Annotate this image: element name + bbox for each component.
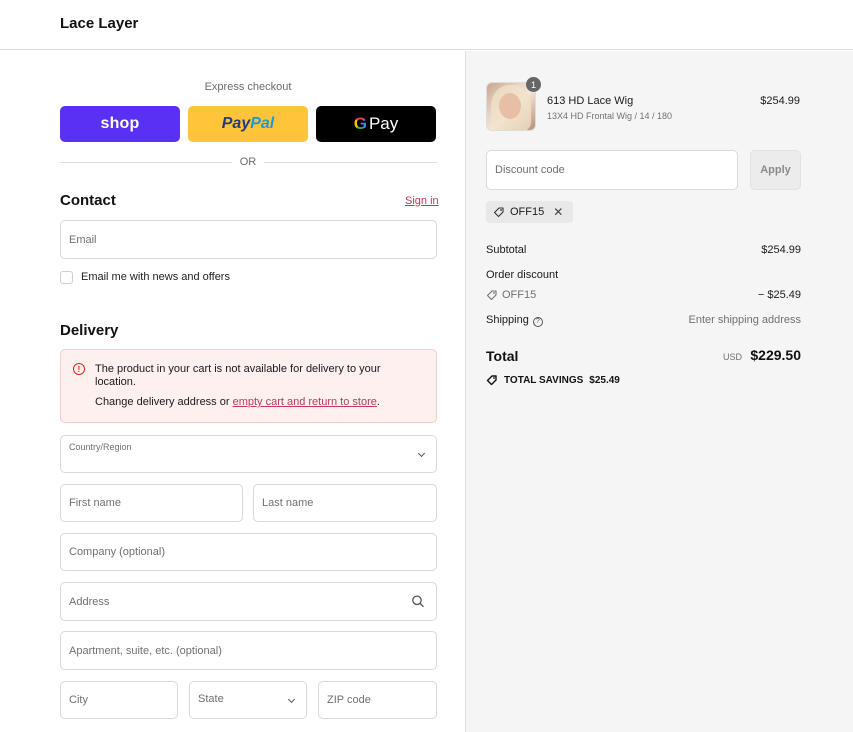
page-header: Lace Layer — [0, 0, 853, 50]
total-savings-value: $25.49 — [589, 374, 620, 386]
alert-action-line: Change delivery address or empty cart an… — [95, 396, 380, 408]
apartment-placeholder: Apartment, suite, etc. (optional) — [69, 644, 222, 657]
country-label: Country/Region — [69, 442, 132, 452]
shipping-label: Shipping? — [486, 314, 543, 327]
zip-placeholder: ZIP code — [327, 694, 371, 706]
sign-in-link[interactable]: Sign in — [405, 195, 439, 207]
state-label: State — [198, 693, 224, 705]
total-savings-label: TOTAL SAVINGS — [504, 374, 584, 386]
newsletter-label: Email me with news and offers — [81, 271, 230, 283]
shipping-value: Enter shipping address — [688, 314, 801, 326]
total-value: $229.50 — [750, 347, 801, 363]
first-name-field[interactable]: First name — [60, 484, 243, 522]
item-variant: 13X4 HD Frontal Wig / 14 / 180 — [547, 111, 673, 121]
paypal-button[interactable]: Pay Pal — [188, 106, 308, 142]
google-pay-button[interactable]: G Pay — [316, 106, 436, 142]
discount-code-placeholder: Discount code — [495, 164, 565, 176]
order-discount-code: OFF15 — [486, 289, 536, 301]
applied-discount-chip: OFF15 ✕ — [486, 201, 574, 223]
express-checkout-label: Express checkout — [204, 81, 292, 93]
order-discount-label: Order discount — [486, 269, 559, 281]
tag-icon — [493, 207, 504, 218]
email-placeholder: Email — [69, 233, 97, 246]
alert-action-suffix: . — [376, 396, 380, 408]
store-name[interactable]: Lace Layer — [60, 15, 138, 32]
paypal-label-part1: Pay — [221, 115, 251, 132]
paypal-label-part2: Pal — [250, 115, 275, 132]
applied-discount-code: OFF15 — [510, 206, 545, 218]
tag-icon — [486, 375, 497, 386]
help-icon[interactable]: ? — [532, 317, 543, 327]
or-divider-right — [264, 162, 437, 163]
order-discount-value: − $25.49 — [757, 289, 801, 301]
shop-pay-label: shop — [100, 115, 140, 132]
apartment-field[interactable]: Apartment, suite, etc. (optional) — [60, 631, 437, 670]
quantity-badge: 1 — [526, 77, 541, 92]
thumbnail-face-shape — [499, 93, 521, 119]
shop-pay-button[interactable]: shop — [60, 106, 180, 142]
subtotal-label: Subtotal — [486, 244, 527, 256]
item-name: 613 HD Lace Wig — [547, 95, 634, 107]
or-divider-left — [60, 162, 232, 163]
country-select[interactable]: Country/Region — [60, 435, 437, 473]
contact-title: Contact — [60, 192, 116, 209]
first-name-placeholder: First name — [69, 497, 121, 509]
delivery-title: Delivery — [60, 322, 119, 339]
search-icon — [412, 594, 424, 607]
last-name-field[interactable]: Last name — [253, 484, 437, 522]
last-name-placeholder: Last name — [262, 497, 314, 509]
google-pay-label: Pay — [368, 114, 399, 133]
discount-code-field[interactable]: Discount code — [486, 150, 738, 190]
alert-action-prefix: Change delivery address or — [95, 396, 233, 408]
shipping-label-text: Shipping — [486, 314, 529, 326]
subtotal-value: $254.99 — [761, 244, 801, 256]
alert-message: The product in your cart is not availabl… — [95, 363, 381, 388]
company-field[interactable]: Company (optional) — [60, 533, 437, 571]
close-icon[interactable]: ✕ — [553, 205, 563, 219]
address-field[interactable]: Address — [60, 582, 437, 621]
delivery-error-alert: ! The product in your cart is not availa… — [60, 349, 437, 423]
newsletter-checkbox[interactable] — [60, 271, 73, 284]
total-label: Total — [486, 348, 519, 364]
apply-discount-button[interactable]: Apply — [750, 150, 801, 190]
total-savings: TOTAL SAVINGS $25.49 — [486, 374, 620, 386]
tag-icon — [486, 290, 497, 301]
chevron-down-icon — [417, 449, 426, 458]
city-field[interactable]: City — [60, 681, 178, 719]
chevron-down-icon — [287, 695, 296, 704]
empty-cart-link[interactable]: empty cart and return to store — [233, 396, 377, 408]
or-divider-text: OR — [239, 156, 257, 168]
address-placeholder: Address — [69, 595, 110, 608]
alert-circle-icon: ! — [73, 363, 85, 375]
company-placeholder: Company (optional) — [69, 546, 165, 558]
state-select[interactable]: State — [189, 681, 307, 719]
item-price: $254.99 — [760, 95, 800, 107]
zip-field[interactable]: ZIP code — [318, 681, 437, 719]
order-discount-code-text: OFF15 — [502, 289, 537, 301]
email-field[interactable]: Email — [60, 220, 437, 259]
google-g-icon: G — [353, 114, 367, 133]
city-placeholder: City — [69, 694, 88, 706]
